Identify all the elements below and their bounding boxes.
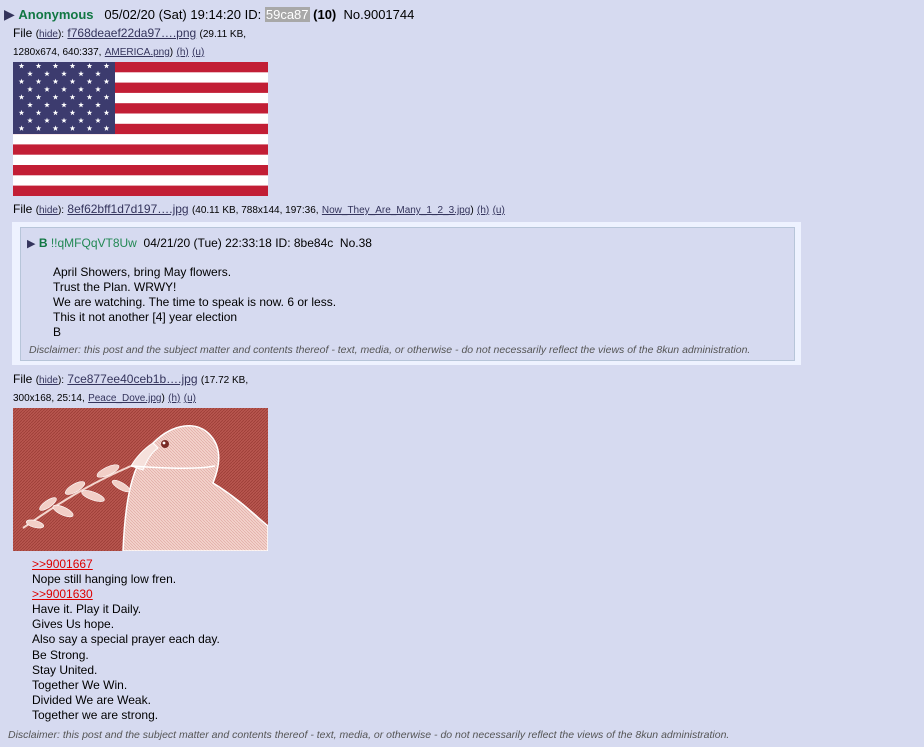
original-filename-link[interactable]: AMERICA.png [105, 47, 170, 58]
file-meta: (29.11 KB, [199, 29, 247, 40]
quoted-post-box: ▶ B !!qMFQqVT8Uw 04/21/20 (Tue) 22:33:18… [20, 227, 795, 361]
quoted-post-date: 04/21/20 (Tue) 22:33:18 [143, 236, 272, 250]
peace-dove-image[interactable] [13, 408, 269, 554]
quoted-line: Trust the Plan. WRWY! [53, 280, 177, 294]
u-link[interactable]: (u) [192, 47, 204, 58]
poster-id[interactable]: 59ca87 [264, 7, 310, 22]
quoted-post-intro: ▶ B !!qMFQqVT8Uw 04/21/20 (Tue) 22:33:18… [27, 236, 372, 250]
post-date: 05/02/20 (Sat) 19:14:20 [104, 7, 241, 22]
body-line: Together we are strong. [32, 707, 159, 722]
quoted-poster-tripcode: !!qMFQqVT8Uw [50, 236, 137, 250]
body-line: Gives Us hope. [32, 617, 115, 632]
hide-file-link[interactable]: hide [39, 29, 58, 40]
body-line: Stay United. [32, 662, 98, 677]
file-meta: (40.11 KB, 788x144, 197:36, [191, 205, 319, 216]
body-line: Nope still hanging low fren. [32, 572, 177, 587]
body-line: Together We Win. [32, 677, 128, 692]
h-link[interactable]: (h) [477, 205, 489, 216]
quoted-line: April Showers, bring May flowers. [53, 265, 232, 279]
quoted-post-arrow-icon[interactable]: ▶ [27, 238, 35, 250]
file-meta-2: 1280x674, 640:337, [13, 47, 102, 58]
file-name-link[interactable]: 7ce877ee40ceb1b….jpg [67, 372, 197, 386]
file-label: File [13, 372, 33, 386]
post-intro: ▶ Anonymous 05/02/20 (Sat) 19:14:20 ID: … [4, 6, 414, 23]
quoted-line: This it not another [4] year election [53, 310, 238, 324]
u-link[interactable]: (u) [184, 393, 196, 404]
h-link[interactable]: (h) [168, 393, 180, 404]
file-label: File [13, 202, 33, 216]
file-name-link[interactable]: f768deaef22da97….png [67, 26, 196, 40]
quoted-id-label: ID: [275, 236, 291, 250]
quoted-post-disclaimer: Disclaimer: this post and the subject ma… [29, 344, 751, 356]
body-line: Divided We are Weak. [32, 692, 151, 707]
quoted-post-number[interactable]: No.38 [340, 236, 372, 250]
american-flag-image[interactable] [13, 62, 268, 199]
u-link[interactable]: (u) [493, 205, 505, 216]
hide-file-link[interactable]: hide [39, 205, 58, 216]
quote-link[interactable]: >>9001667 [32, 557, 93, 571]
hide-file-link[interactable]: hide [39, 375, 58, 386]
body-line: Also say a special prayer each day. [32, 632, 220, 647]
body-line: Be Strong. [32, 647, 89, 662]
file-info-2: File (hide): 8ef62bff1d7d197….jpg (40.11… [13, 202, 505, 216]
quoted-line: We are watching. The time to speak is no… [53, 295, 337, 309]
quoted-poster-name: B [38, 236, 48, 250]
body-line: Have it. Play it Daily. [32, 602, 142, 617]
embedded-quoted-post: ▶ B !!qMFQqVT8Uw 04/21/20 (Tue) 22:33:18… [12, 222, 801, 365]
file-meta-2: 300x168, 25:14, [13, 393, 85, 404]
original-filename-link[interactable]: Now_They_Are_Many_1_2_3.jpg [322, 205, 470, 216]
quoted-line: B [53, 325, 62, 339]
post-body: >>9001667 Nope still hanging low fren. >… [32, 557, 220, 723]
file-label: File [13, 26, 33, 40]
reply-count: (10) [313, 7, 337, 22]
post-number[interactable]: No.9001744 [344, 7, 415, 22]
original-filename-link[interactable]: Peace_Dove.jpg [88, 393, 161, 404]
post-menu-arrow-icon[interactable]: ▶ [4, 6, 15, 22]
quoted-post-body: April Showers, bring May flowers. Trust … [53, 265, 336, 340]
post-disclaimer: Disclaimer: this post and the subject ma… [8, 729, 730, 741]
h-link[interactable]: (h) [176, 47, 188, 58]
quote-link[interactable]: >>9001630 [32, 587, 93, 601]
poster-name: Anonymous [18, 7, 94, 22]
file-info-3: File (hide): 7ce877ee40ceb1b….jpg (17.72… [13, 372, 249, 404]
file-name-link[interactable]: 8ef62bff1d7d197….jpg [67, 202, 188, 216]
file-info-1: File (hide): f768deaef22da97….png (29.11… [13, 26, 247, 58]
quoted-poster-id: 8be84c [293, 236, 334, 250]
post: ▶ Anonymous 05/02/20 (Sat) 19:14:20 ID: … [0, 0, 924, 747]
id-label: ID: [244, 7, 262, 22]
file-meta: (17.72 KB, [200, 375, 249, 386]
